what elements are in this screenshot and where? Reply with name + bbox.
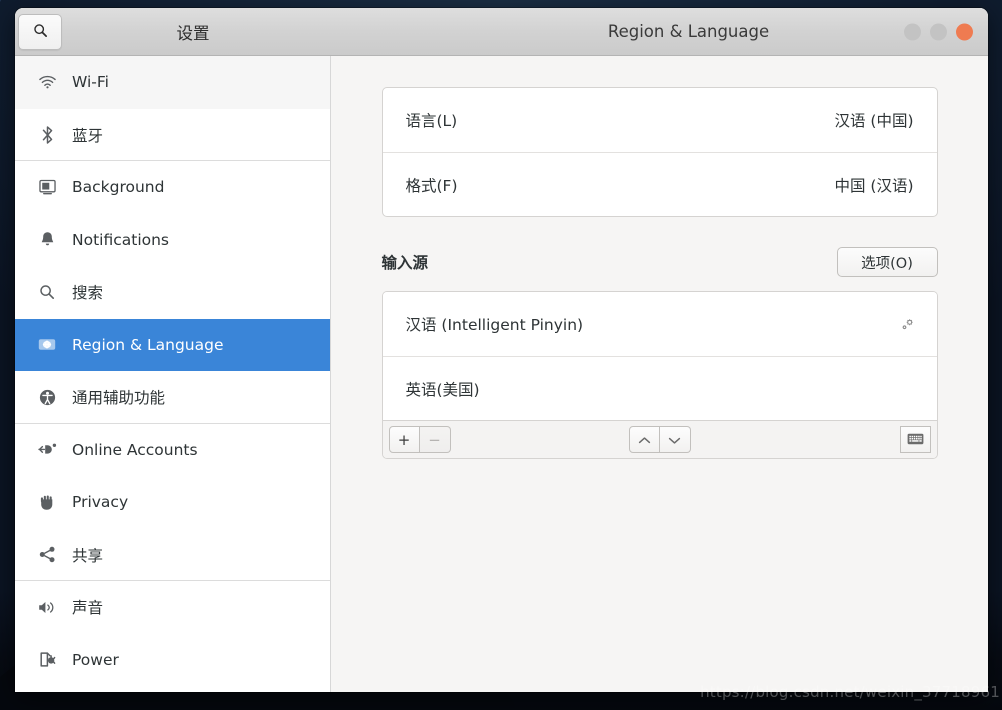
sidebar-item-label: Background <box>72 178 165 197</box>
input-sources-title: 输入源 <box>381 254 429 272</box>
move-up-button[interactable] <box>628 426 660 453</box>
sidebar-item-privacy[interactable]: Privacy <box>15 476 330 529</box>
sidebar-item-background[interactable]: Background <box>15 161 330 214</box>
sidebar-item-label: Region & Language <box>72 335 224 354</box>
search-button[interactable] <box>18 14 62 50</box>
maximize-button[interactable] <box>930 23 947 40</box>
accessibility-icon <box>34 389 60 406</box>
language-row-label: 语言(L) <box>405 112 458 130</box>
sidebar-item-region-language[interactable]: Region & Language <box>15 318 330 371</box>
sidebar-item-label: 蓝牙 <box>72 126 104 145</box>
remove-input-source-button[interactable]: − <box>419 426 451 453</box>
window-body: Wi-Fi 蓝牙 Background Notifications 搜索 Reg… <box>15 56 988 692</box>
background-icon <box>34 179 60 195</box>
sidebar-item-label: 共享 <box>72 546 104 565</box>
language-row-value: 汉语 (中国) <box>834 112 914 130</box>
minus-icon: − <box>428 430 441 449</box>
move-button-group <box>628 426 691 453</box>
sidebar-item-universal-access[interactable]: 通用辅助功能 <box>15 371 330 424</box>
header-right-pane: Region & Language <box>331 8 988 55</box>
online-accounts-icon <box>34 442 60 457</box>
input-sources-toolbar: + − <box>382 420 937 458</box>
bluetooth-icon <box>34 126 60 144</box>
language-format-card: 语言(L) 汉语 (中国) 格式(F) 中国 (汉语) <box>381 87 938 217</box>
keyboard-preview-group <box>899 426 931 453</box>
power-icon <box>34 651 60 668</box>
window-controls <box>904 23 973 40</box>
search-icon <box>34 284 60 300</box>
input-source-label: 汉语 (Intelligent Pinyin) <box>405 316 584 334</box>
sidebar-item-label: 通用辅助功能 <box>72 389 166 408</box>
privacy-hand-icon <box>34 494 60 511</box>
wifi-icon <box>34 75 60 89</box>
format-row-label: 格式(F) <box>405 176 458 195</box>
sidebar-item-label: 声音 <box>72 599 104 618</box>
keyboard-icon <box>907 431 924 449</box>
region-language-icon <box>34 337 60 352</box>
sidebar-item-wifi[interactable]: Wi-Fi <box>15 56 330 109</box>
settings-sidebar: Wi-Fi 蓝牙 Background Notifications 搜索 Reg… <box>15 56 331 692</box>
sidebar-item-power[interactable]: Power <box>15 634 330 687</box>
sidebar-item-bluetooth[interactable]: 蓝牙 <box>15 109 330 162</box>
sound-icon <box>34 600 60 615</box>
window-header-bar: 设置 Region & Language <box>15 8 988 56</box>
settings-content-pane: 语言(L) 汉语 (中国) 格式(F) 中国 (汉语) 输入源 选项(O) 汉语 <box>331 56 988 692</box>
sidebar-item-search[interactable]: 搜索 <box>15 266 330 319</box>
sidebar-item-label: Power <box>72 650 119 669</box>
input-source-label: 英语(美国) <box>405 380 480 399</box>
input-sources-header: 输入源 选项(O) <box>382 247 938 277</box>
minimize-button[interactable] <box>904 23 921 40</box>
show-keyboard-layout-button[interactable] <box>899 426 931 453</box>
page-title: Region & Language <box>607 22 770 41</box>
format-row-value: 中国 (汉语) <box>834 176 914 195</box>
input-sources-card: 汉语 (Intelligent Pinyin) 英语(美国) + − <box>381 291 938 459</box>
content-inner: 语言(L) 汉语 (中国) 格式(F) 中国 (汉语) 输入源 选项(O) 汉语 <box>381 87 938 459</box>
header-left-pane: 设置 <box>15 8 331 55</box>
chevron-up-icon <box>638 431 651 449</box>
sidebar-item-label: Wi-Fi <box>72 73 109 92</box>
move-buttons <box>628 426 691 453</box>
sidebar-item-label: 搜索 <box>72 284 104 303</box>
sidebar-item-label: Notifications <box>72 230 170 249</box>
options-button[interactable]: 选项(O) <box>836 247 938 277</box>
sidebar-item-online-accounts[interactable]: Online Accounts <box>15 424 330 477</box>
move-down-button[interactable] <box>659 426 691 453</box>
sidebar-item-sharing[interactable]: 共享 <box>15 529 330 582</box>
settings-window: 设置 Region & Language Wi-Fi 蓝牙 Background… <box>15 8 988 692</box>
add-remove-button-group: + − <box>388 426 451 453</box>
format-row[interactable]: 格式(F) 中国 (汉语) <box>382 152 937 216</box>
sidebar-item-notifications[interactable]: Notifications <box>15 214 330 267</box>
input-source-row-pinyin[interactable]: 汉语 (Intelligent Pinyin) <box>382 292 937 356</box>
search-icon <box>33 23 48 42</box>
sidebar-item-label: Privacy <box>72 493 129 512</box>
preferences-gear-icon[interactable] <box>897 317 919 332</box>
sharing-icon <box>34 546 60 563</box>
language-row[interactable]: 语言(L) 汉语 (中国) <box>383 88 937 152</box>
bell-icon <box>34 231 60 248</box>
app-title: 设置 <box>176 23 210 43</box>
chevron-down-icon <box>668 431 681 449</box>
plus-icon: + <box>397 430 411 449</box>
add-input-source-button[interactable]: + <box>388 426 420 453</box>
input-source-row-english[interactable]: 英语(美国) <box>382 356 937 420</box>
close-button[interactable] <box>956 23 973 40</box>
sidebar-item-label: Online Accounts <box>72 440 198 459</box>
sidebar-item-sound[interactable]: 声音 <box>15 581 330 634</box>
